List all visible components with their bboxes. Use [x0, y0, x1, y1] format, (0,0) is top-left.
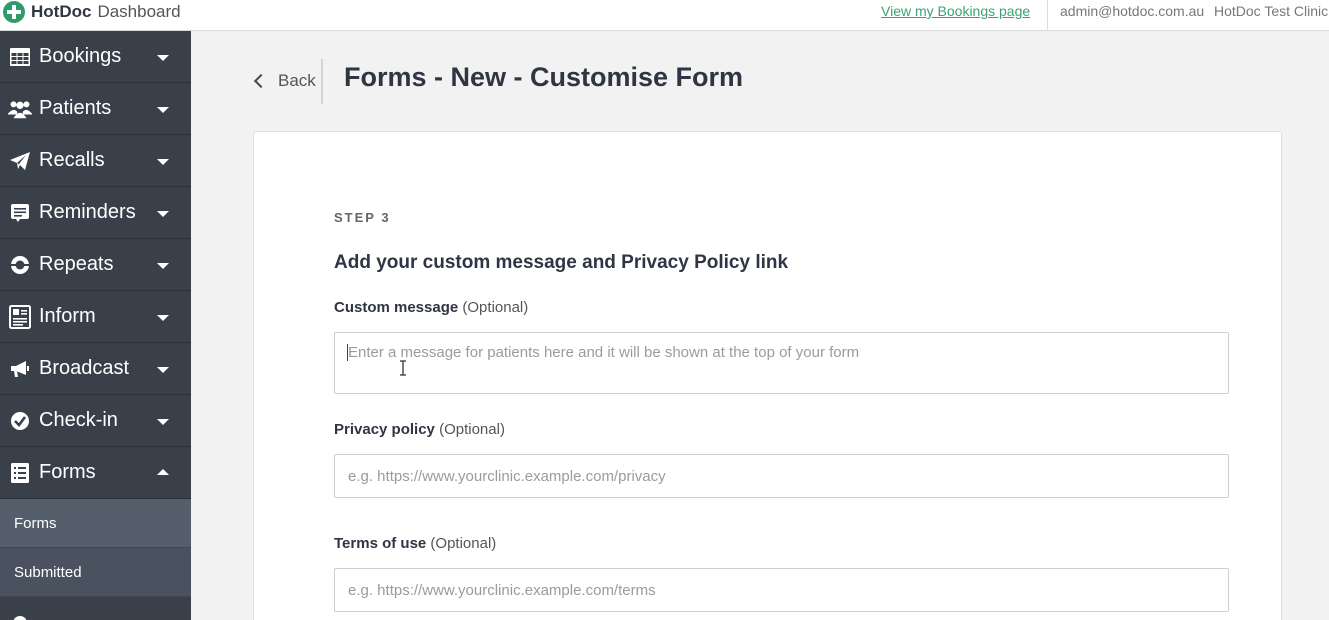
sidebar-subitem-submitted[interactable]: Submitted: [0, 548, 191, 597]
topbar-divider: [1047, 0, 1048, 31]
sidebar-item-repeats[interactable]: Repeats: [0, 239, 191, 291]
back-button[interactable]: Back: [253, 71, 316, 91]
chevron-left-icon: [253, 73, 269, 89]
form-card: STEP 3 Add your custom message and Priva…: [253, 131, 1282, 620]
section-title: Add your custom message and Privacy Poli…: [334, 252, 789, 273]
sidebar-item-label: Patients: [39, 97, 112, 119]
list-icon: [8, 461, 32, 485]
clinic-name[interactable]: HotDoc Test Clinic: [1214, 3, 1328, 19]
sidebar-item-check-in[interactable]: Check-in: [0, 395, 191, 447]
back-label: Back: [278, 71, 316, 90]
optional-text: (Optional): [430, 535, 497, 552]
repeat-icon: [8, 253, 32, 277]
logo[interactable]: HotDoc Dashboard: [3, 1, 181, 23]
sidebar-subitem-forms[interactable]: Forms: [0, 499, 191, 548]
sidebar-item-label: Broadcast: [39, 357, 130, 379]
optional-text: (Optional): [439, 421, 505, 438]
check-circle-icon: [8, 409, 32, 433]
custom-message-field[interactable]: [334, 332, 1229, 394]
sidebar-item-label: Repeats: [39, 253, 114, 275]
sidebar-item-label: Reminders: [39, 201, 136, 223]
step-indicator: STEP 3: [334, 210, 391, 225]
sidebar-item-label: Forms: [39, 461, 96, 483]
chevron-down-icon: [157, 367, 169, 373]
ibeam-cursor-icon: [400, 360, 406, 376]
sidebar-item-reminders[interactable]: Reminders: [0, 187, 191, 239]
optional-text: (Optional): [462, 299, 529, 316]
sidebar-item-inform[interactable]: Inform: [0, 291, 191, 343]
chevron-up-icon: [157, 469, 169, 475]
gear-icon: [8, 611, 32, 620]
view-bookings-link[interactable]: View my Bookings page: [881, 3, 1030, 19]
table-icon: [8, 45, 32, 69]
reminders-icon: [8, 201, 32, 225]
header-divider: [321, 59, 323, 104]
sidebar-item-label: Recalls: [39, 149, 105, 171]
chevron-down-icon: [157, 315, 169, 321]
top-bar: HotDoc Dashboard View my Bookings page a…: [0, 0, 1329, 31]
sidebar-item-bookings[interactable]: Bookings: [0, 31, 191, 83]
field-label-text: Terms of use: [334, 535, 427, 552]
chevron-down-icon: [157, 263, 169, 269]
privacy-policy-field[interactable]: [334, 454, 1229, 498]
hotdoc-cross-icon: [3, 1, 25, 23]
field-label-text: Custom message: [334, 299, 459, 316]
page-title: Forms - New - Customise Form: [344, 62, 744, 92]
app-name: Dashboard: [97, 2, 181, 21]
custom-message-label: Custom message (Optional): [334, 299, 528, 316]
sidebar: Bookings Patients Recalls Reminders Repe…: [0, 31, 191, 620]
chevron-down-icon: [157, 419, 169, 425]
sidebar-item-label: Check-in: [39, 409, 118, 431]
terms-of-use-field[interactable]: [334, 568, 1229, 612]
sidebar-item-label: Bookings: [39, 45, 122, 67]
sidebar-item-label: Inform: [39, 305, 96, 327]
brand-name: HotDoc: [31, 2, 92, 21]
text-cursor: [347, 344, 348, 361]
document-icon: [8, 304, 32, 329]
sidebar-item-recalls[interactable]: Recalls: [0, 135, 191, 187]
chevron-down-icon: [157, 159, 169, 165]
megaphone-icon: [8, 357, 32, 381]
paper-plane-icon: [8, 149, 32, 173]
privacy-policy-label: Privacy policy (Optional): [334, 421, 505, 438]
chevron-down-icon: [157, 107, 169, 113]
sidebar-item-patients[interactable]: Patients: [0, 83, 191, 135]
user-email[interactable]: admin@hotdoc.com.au: [1060, 3, 1204, 19]
field-label-text: Privacy policy: [334, 421, 435, 438]
chevron-down-icon: [157, 211, 169, 217]
terms-of-use-label: Terms of use (Optional): [334, 535, 496, 552]
users-icon: [8, 97, 32, 121]
sidebar-item-forms[interactable]: Forms: [0, 447, 191, 499]
chevron-down-icon: [157, 55, 169, 61]
sidebar-item-partial[interactable]: [0, 597, 191, 620]
sidebar-item-broadcast[interactable]: Broadcast: [0, 343, 191, 395]
